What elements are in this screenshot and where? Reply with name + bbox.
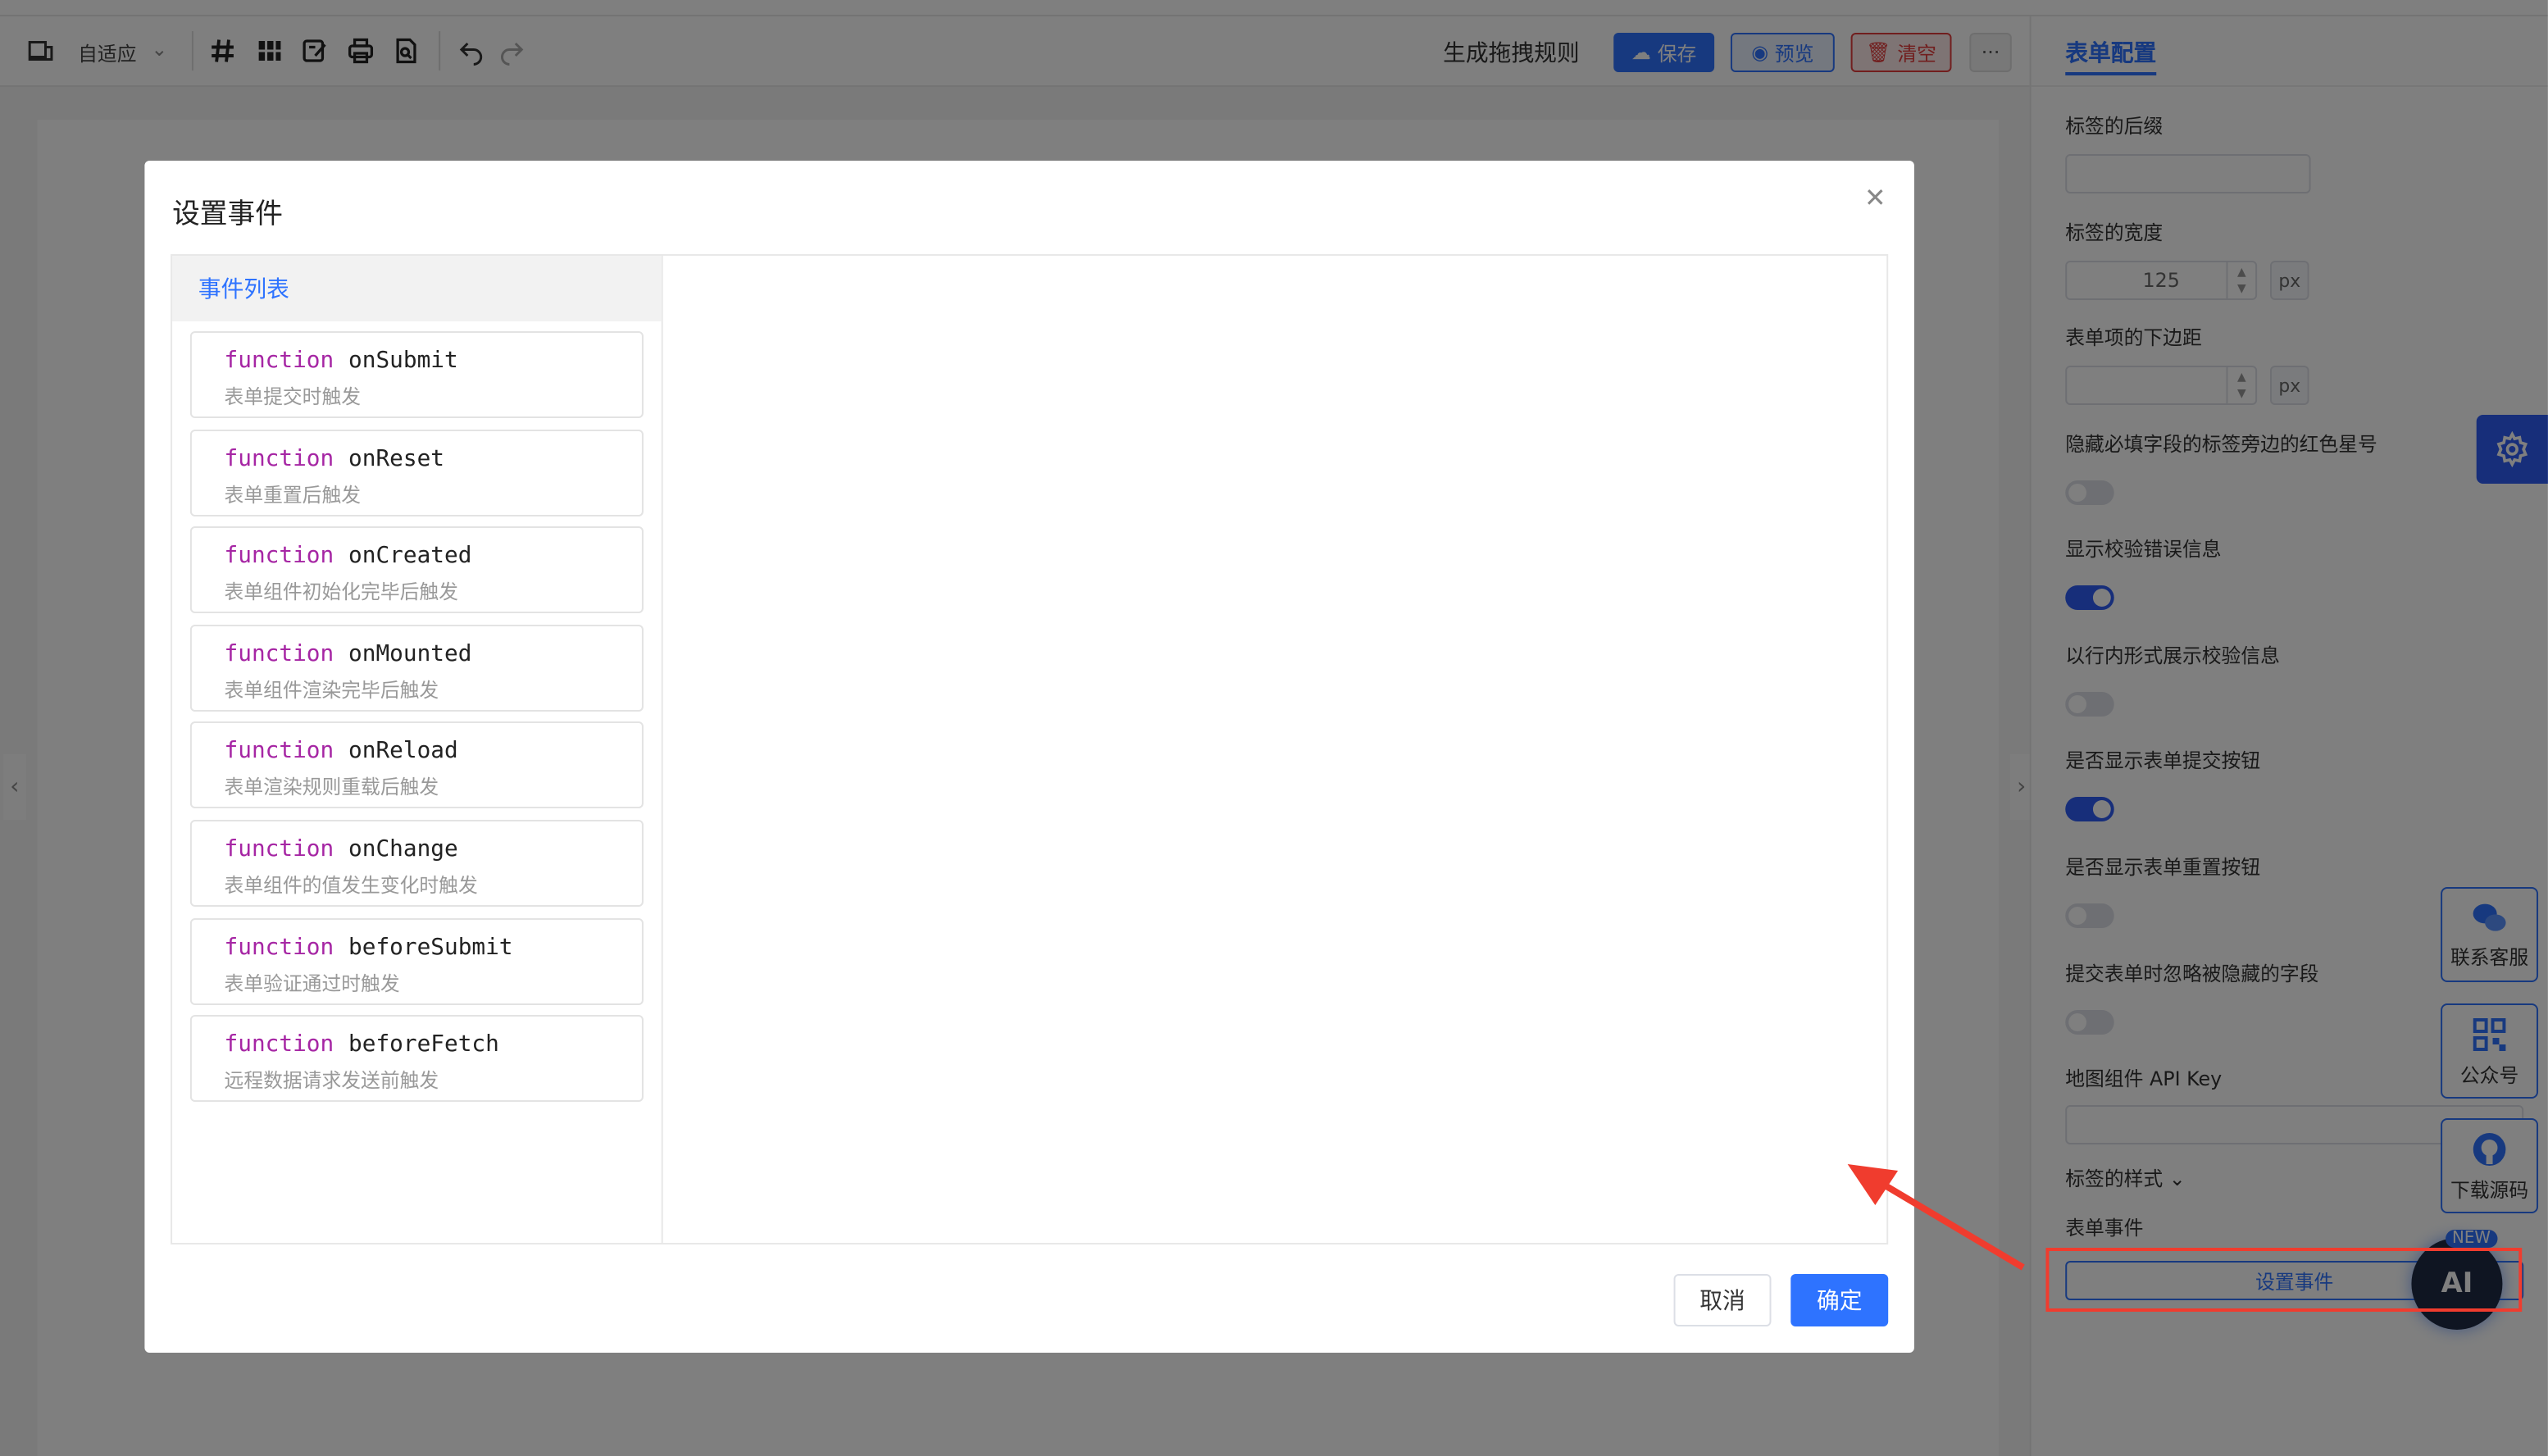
event-item-onSubmit[interactable]: function onSubmit 表单提交时触发 [189,331,644,418]
event-name: onCreated [348,543,472,570]
set-event-dialog: 设置事件 ✕ 事件列表 function onSubmit 表单提交时触发 funct… [144,161,1914,1353]
event-signature: function onMounted [225,641,472,667]
event-signature: function onChange [225,836,458,862]
dialog-title: 设置事件 [172,198,283,231]
cancel-button[interactable]: 取消 [1673,1274,1772,1326]
event-signature: function beforeSubmit [225,934,513,960]
event-signature: function onReset [225,445,444,471]
event-name: onMounted [348,640,472,667]
event-description: 表单验证通过时触发 [224,971,400,995]
confirm-button[interactable]: 确定 [1790,1274,1889,1326]
event-list-header: 事件列表 [172,256,662,321]
event-signature: function onReload [225,739,458,765]
event-name: beforeSubmit [348,934,513,961]
function-keyword: function [224,640,334,667]
function-keyword: function [224,738,334,765]
event-name: beforeFetch [348,1031,499,1058]
event-description: 表单重置后触发 [224,483,362,507]
event-list-column: 事件列表 function onSubmit 表单提交时触发 function onRe… [172,256,663,1243]
code-editor-area[interactable] [663,256,1887,1243]
app-stage: 自适应 ⌄ 生成拖拽规则 ☁ 保存 ◉ 预览 🗑 [0,0,2548,1456]
highlight-box [2045,1248,2523,1312]
event-description: 表单组件的值发生变化时触发 [224,874,478,897]
event-description: 表单渲染规则重载后触发 [224,776,439,799]
event-signature: function onCreated [225,543,472,569]
event-item-onReset[interactable]: function onReset 表单重置后触发 [189,429,644,516]
event-description: 远程数据请求发送前触发 [224,1069,439,1093]
function-keyword: function [224,836,334,862]
function-keyword: function [224,445,334,472]
event-name: onSubmit [348,348,458,374]
event-signature: function beforeFetch [225,1031,499,1058]
event-item-onChange[interactable]: function onChange 表单组件的值发生变化时触发 [189,820,644,907]
event-item-onMounted[interactable]: function onMounted 表单组件渲染完毕后触发 [189,624,644,712]
event-item-beforeSubmit[interactable]: function beforeSubmit 表单验证通过时触发 [189,917,644,1005]
dialog-body: 事件列表 function onSubmit 表单提交时触发 function onRe… [171,254,1889,1244]
function-keyword: function [224,934,334,961]
event-signature: function onSubmit [225,348,458,374]
event-name: onReload [348,738,458,765]
event-name: onChange [348,836,458,862]
function-keyword: function [224,1031,334,1058]
event-item-onReload[interactable]: function onReload 表单渲染规则重载后触发 [189,721,644,809]
event-item-onCreated[interactable]: function onCreated 表单组件初始化完毕后触发 [189,526,644,614]
event-description: 表单组件渲染完毕后触发 [224,678,439,702]
close-icon[interactable]: ✕ [1862,181,1888,212]
event-description: 表单组件初始化完毕后触发 [224,580,458,604]
function-keyword: function [224,348,334,374]
event-description: 表单提交时触发 [224,385,362,408]
event-name: onReset [348,445,445,472]
event-item-beforeFetch[interactable]: function beforeFetch 远程数据请求发送前触发 [189,1015,644,1103]
function-keyword: function [224,543,334,570]
